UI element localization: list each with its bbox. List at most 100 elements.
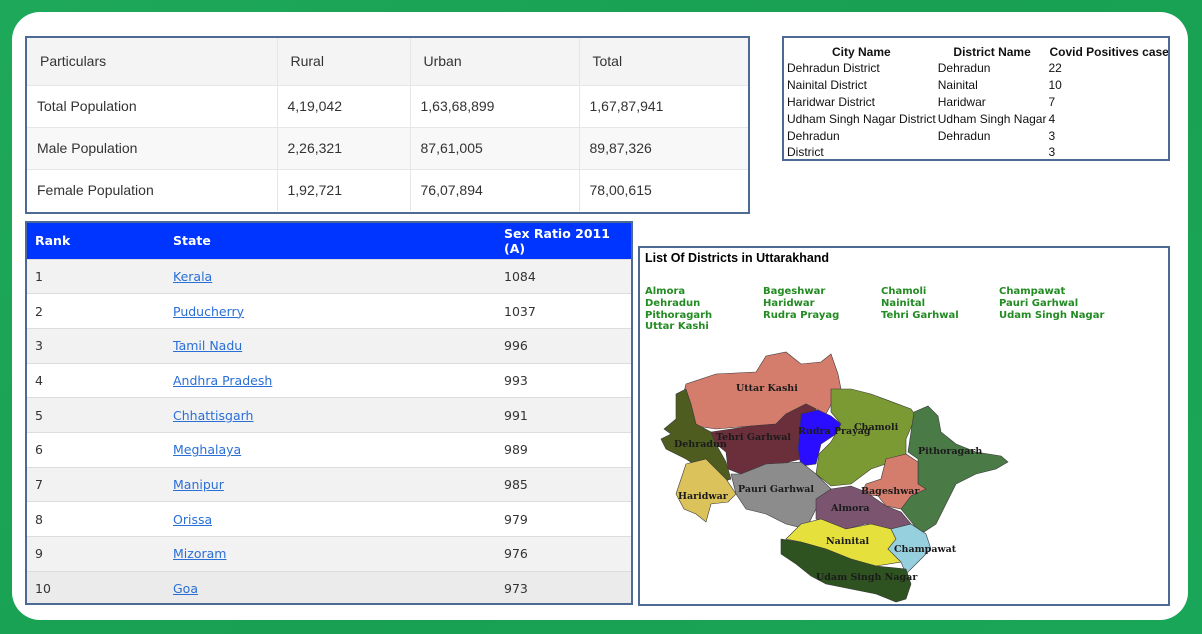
state-link[interactable]: Tamil Nadu (173, 338, 242, 353)
state-link[interactable]: Andhra Pradesh (173, 373, 272, 388)
covid-header-row: City Name District Name Covid Positives … (786, 44, 1170, 60)
population-table: Particulars Rural Urban Total Total Popu… (27, 38, 748, 211)
rank: 3 (27, 327, 165, 364)
table-row: Nainital District Nainital 10 (786, 77, 1168, 94)
column-header: Urban (410, 38, 580, 85)
rank: 8 (27, 501, 165, 537)
map-label: Chamoli (854, 422, 899, 433)
table-row: Haridwar District Haridwar 7 (786, 94, 1168, 111)
table-row: Male Population 2,26,321 87,61,005 89,87… (27, 126, 748, 169)
table-row: Dehradun District Dehradun 22 (786, 60, 1168, 77)
table-row: 9 Mizoram 976 (27, 536, 631, 572)
table-row: District 3 (786, 144, 1168, 160)
district-link[interactable]: Uttar Kashi (645, 321, 763, 333)
map-label: Almora (830, 503, 870, 514)
district-name (937, 144, 1048, 159)
map-label: Haridwar (678, 491, 729, 502)
table-row: Udham Singh Nagar District Udham Singh Na… (786, 110, 1168, 127)
district-link[interactable]: Haridwar (763, 298, 881, 310)
column-header: Covid Positives cases (1049, 45, 1170, 59)
column-header: District Name (953, 45, 1031, 59)
state-cell: Andhra Pradesh (165, 362, 496, 398)
sex-ratio-value: 976 (496, 536, 631, 572)
district-link[interactable]: Pithoragarh (645, 310, 763, 322)
map-label: Udam Singh Nagar (816, 572, 918, 583)
map-label: Pithoragarh (918, 446, 982, 457)
state-cell: Chhattisgarh (165, 397, 496, 433)
district-name: Udham Singh Nagar (937, 111, 1047, 126)
state-cell: Kerala (165, 258, 496, 294)
uttarakhand-district-map: Uttar KashiDehradunTehri GarhwalRudra Pr… (660, 351, 1009, 603)
table-row: 6 Meghalaya 989 (27, 431, 631, 468)
covid-table: City Name District Name Covid Positives … (786, 44, 1170, 160)
district-link[interactable]: Rudra Prayag (763, 310, 881, 322)
column-header: Rank (35, 233, 71, 249)
districts-panel: List Of Districts in Uttarakhand Almora B… (638, 246, 1170, 606)
state-link[interactable]: Goa (173, 581, 198, 596)
state-link[interactable]: Orissa (173, 512, 212, 527)
rank: 4 (27, 362, 165, 398)
cell-value: 87,61,005 (410, 126, 580, 169)
state-link[interactable]: Mizoram (173, 546, 226, 561)
column-header: State (173, 233, 211, 249)
district-link[interactable]: Almora (645, 286, 763, 298)
state-link[interactable]: Chhattisgarh (173, 408, 253, 423)
district-links-grid: Almora Bageshwar Chamoli Champawat Dehradun H… (645, 286, 1115, 333)
table-row: Total Population 4,19,042 1,63,68,899 1,… (27, 84, 748, 127)
table-row: 5 Chhattisgarh 991 (27, 397, 631, 433)
table-row: 2 Puducherry 1037 (27, 293, 631, 329)
cell-value: 76,07,894 (410, 168, 580, 211)
city-name: Dehradun District (787, 61, 880, 76)
table-row: 7 Manipur 985 (27, 466, 631, 502)
state-link[interactable]: Meghalaya (173, 442, 241, 457)
rank: 2 (27, 293, 165, 329)
city-name: Udham Singh Nagar District (787, 111, 936, 126)
state-cell: Meghalaya (165, 431, 496, 468)
sex-ratio-value: 985 (496, 466, 631, 502)
rank: 1 (27, 258, 165, 294)
city-name: District (787, 145, 824, 160)
sex-ratio-table-panel: Rank State Sex Ratio 2011 (A) 1 Kerala 108… (25, 221, 633, 605)
map-label: Nainital (826, 536, 870, 547)
table-row: 8 Orissa 979 (27, 501, 631, 537)
column-header: City Name (832, 45, 891, 59)
sex-ratio-value: 991 (496, 397, 631, 433)
sex-ratio-value: 993 (496, 362, 631, 398)
rank: 9 (27, 536, 165, 572)
state-link[interactable]: Puducherry (173, 304, 244, 319)
population-header-row: Particulars Rural Urban Total (27, 38, 748, 85)
city-name: Dehradun (787, 128, 840, 143)
cell-value: 1,63,68,899 (410, 84, 580, 127)
column-header: Rural (277, 38, 411, 85)
district-link[interactable]: Chamoli (881, 286, 999, 298)
sex-ratio-table: Rank State Sex Ratio 2011 (A) 1 Kerala 108… (27, 223, 631, 603)
district-link[interactable]: Tehri Garhwal (881, 310, 999, 322)
state-cell: Puducherry (165, 293, 496, 329)
rank: 7 (27, 466, 165, 502)
district-link[interactable]: Bageshwar (763, 286, 881, 298)
cell-value: 1,67,87,941 (579, 84, 748, 127)
sex-ratio-header-row: Rank State Sex Ratio 2011 (A) (27, 223, 631, 259)
sex-ratio-value: 973 (496, 570, 631, 603)
map-label: Champawat (894, 544, 957, 555)
map-label: Tehri Garhwal (716, 432, 791, 443)
state-link[interactable]: Kerala (173, 269, 212, 284)
state-link[interactable]: Manipur (173, 477, 224, 492)
cell-value: 1,92,721 (277, 168, 411, 211)
district-link[interactable]: Champawat (999, 286, 1117, 298)
district-link[interactable]: Udam Singh Nagar (999, 310, 1117, 322)
state-cell: Mizoram (165, 536, 496, 572)
district-link[interactable]: Dehradun (645, 298, 763, 310)
row-label: Male Population (27, 126, 278, 169)
sex-ratio-value: 1037 (496, 293, 631, 329)
district-link[interactable]: Pauri Garhwal (999, 298, 1117, 310)
state-cell: Goa (165, 570, 496, 603)
district-link[interactable]: Nainital (881, 298, 999, 310)
rank: 6 (27, 431, 165, 468)
covid-cases: 4 (1048, 111, 1056, 126)
city-name: Nainital District (787, 78, 868, 93)
table-row: Dehradun Dehradun 3 (786, 127, 1168, 144)
sex-ratio-value: 996 (496, 327, 631, 364)
covid-cases: 3 (1048, 128, 1056, 143)
city-name: Haridwar District (787, 94, 876, 109)
